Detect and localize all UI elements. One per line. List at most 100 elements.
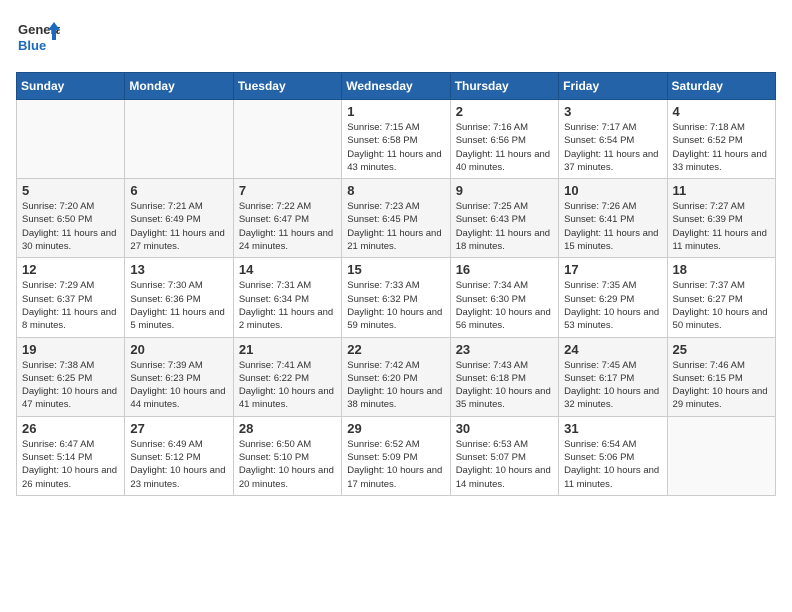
day-info: Sunrise: 7:42 AM Sunset: 6:20 PM Dayligh…	[347, 359, 444, 412]
day-info: Sunrise: 7:38 AM Sunset: 6:25 PM Dayligh…	[22, 359, 119, 412]
day-number: 31	[564, 421, 661, 436]
day-info: Sunrise: 7:46 AM Sunset: 6:15 PM Dayligh…	[673, 359, 770, 412]
day-info: Sunrise: 6:54 AM Sunset: 5:06 PM Dayligh…	[564, 438, 661, 491]
calendar-cell: 19 Sunrise: 7:38 AM Sunset: 6:25 PM Dayli…	[17, 337, 125, 416]
day-header-friday: Friday	[559, 73, 667, 100]
day-header-wednesday: Wednesday	[342, 73, 450, 100]
calendar-cell: 23Sunrise: 7:43 AM Sunset: 6:18 PM Dayli…	[450, 337, 558, 416]
calendar-cell: 15 Sunrise: 7:33 AM Sunset: 6:32 PM Dayli…	[342, 258, 450, 337]
day-header-tuesday: Tuesday	[233, 73, 341, 100]
calendar-cell: 3Sunrise: 7:17 AM Sunset: 6:54 PM Daylig…	[559, 100, 667, 179]
calendar-cell	[125, 100, 233, 179]
calendar-table: SundayMondayTuesdayWednesdayThursdayFrid…	[16, 72, 776, 496]
calendar-week-3: 12 Sunrise: 7:29 AM Sunset: 6:37 PM Dayli…	[17, 258, 776, 337]
day-info: Sunrise: 7:33 AM Sunset: 6:32 PM Dayligh…	[347, 279, 444, 332]
calendar-cell: 27 Sunrise: 6:49 AM Sunset: 5:12 PM Dayli…	[125, 416, 233, 495]
day-number: 25	[673, 342, 770, 357]
calendar-cell	[17, 100, 125, 179]
day-info: Sunrise: 7:39 AM Sunset: 6:23 PM Dayligh…	[130, 359, 227, 412]
day-number: 26	[22, 421, 119, 436]
day-info: Sunrise: 7:16 AM Sunset: 6:56 PM Dayligh…	[456, 121, 553, 174]
day-number: 21	[239, 342, 336, 357]
day-number: 16	[456, 262, 553, 277]
day-number: 18	[673, 262, 770, 277]
day-number: 11	[673, 183, 770, 198]
day-header-thursday: Thursday	[450, 73, 558, 100]
day-info: Sunrise: 6:49 AM Sunset: 5:12 PM Dayligh…	[130, 438, 227, 491]
day-number: 29	[347, 421, 444, 436]
day-info: Sunrise: 7:35 AM Sunset: 6:29 PM Dayligh…	[564, 279, 661, 332]
calendar-cell: 22 Sunrise: 7:42 AM Sunset: 6:20 PM Dayli…	[342, 337, 450, 416]
day-info: Sunrise: 7:15 AM Sunset: 6:58 PM Dayligh…	[347, 121, 444, 174]
day-number: 15	[347, 262, 444, 277]
calendar-cell: 25 Sunrise: 7:46 AM Sunset: 6:15 PM Dayli…	[667, 337, 775, 416]
day-info: Sunrise: 7:20 AM Sunset: 6:50 PM Dayligh…	[22, 200, 119, 253]
day-header-monday: Monday	[125, 73, 233, 100]
day-number: 14	[239, 262, 336, 277]
day-number: 27	[130, 421, 227, 436]
calendar-cell: 24 Sunrise: 7:45 AM Sunset: 6:17 PM Dayli…	[559, 337, 667, 416]
calendar-cell: 10 Sunrise: 7:26 AM Sunset: 6:41 PM Dayli…	[559, 179, 667, 258]
calendar-cell	[233, 100, 341, 179]
calendar-cell: 26 Sunrise: 6:47 AM Sunset: 5:14 PM Dayli…	[17, 416, 125, 495]
calendar-cell: 17Sunrise: 7:35 AM Sunset: 6:29 PM Dayli…	[559, 258, 667, 337]
day-number: 1	[347, 104, 444, 119]
calendar-header-row: SundayMondayTuesdayWednesdayThursdayFrid…	[17, 73, 776, 100]
day-info: Sunrise: 7:26 AM Sunset: 6:41 PM Dayligh…	[564, 200, 661, 253]
day-info: Sunrise: 7:30 AM Sunset: 6:36 PM Dayligh…	[130, 279, 227, 332]
day-number: 20	[130, 342, 227, 357]
day-info: Sunrise: 6:47 AM Sunset: 5:14 PM Dayligh…	[22, 438, 119, 491]
day-info: Sunrise: 7:34 AM Sunset: 6:30 PM Dayligh…	[456, 279, 553, 332]
svg-text:Blue: Blue	[18, 38, 46, 53]
calendar-week-4: 19 Sunrise: 7:38 AM Sunset: 6:25 PM Dayli…	[17, 337, 776, 416]
day-number: 2	[456, 104, 553, 119]
calendar-cell: 12 Sunrise: 7:29 AM Sunset: 6:37 PM Dayli…	[17, 258, 125, 337]
day-info: Sunrise: 7:29 AM Sunset: 6:37 PM Dayligh…	[22, 279, 119, 332]
calendar-cell: 2 Sunrise: 7:16 AM Sunset: 6:56 PM Daylig…	[450, 100, 558, 179]
calendar-cell: 6Sunrise: 7:21 AM Sunset: 6:49 PM Daylig…	[125, 179, 233, 258]
calendar-week-2: 5 Sunrise: 7:20 AM Sunset: 6:50 PM Daylig…	[17, 179, 776, 258]
calendar-cell: 1 Sunrise: 7:15 AM Sunset: 6:58 PM Daylig…	[342, 100, 450, 179]
day-number: 7	[239, 183, 336, 198]
day-info: Sunrise: 7:25 AM Sunset: 6:43 PM Dayligh…	[456, 200, 553, 253]
day-number: 30	[456, 421, 553, 436]
day-number: 19	[22, 342, 119, 357]
day-number: 24	[564, 342, 661, 357]
day-info: Sunrise: 7:37 AM Sunset: 6:27 PM Dayligh…	[673, 279, 770, 332]
logo: General Blue	[16, 16, 60, 60]
day-number: 8	[347, 183, 444, 198]
calendar-week-1: 1 Sunrise: 7:15 AM Sunset: 6:58 PM Daylig…	[17, 100, 776, 179]
day-number: 5	[22, 183, 119, 198]
day-number: 9	[456, 183, 553, 198]
day-number: 12	[22, 262, 119, 277]
calendar-cell: 30Sunrise: 6:53 AM Sunset: 5:07 PM Dayli…	[450, 416, 558, 495]
day-info: Sunrise: 7:22 AM Sunset: 6:47 PM Dayligh…	[239, 200, 336, 253]
calendar-cell: 18 Sunrise: 7:37 AM Sunset: 6:27 PM Dayli…	[667, 258, 775, 337]
day-info: Sunrise: 6:52 AM Sunset: 5:09 PM Dayligh…	[347, 438, 444, 491]
calendar-cell: 7 Sunrise: 7:22 AM Sunset: 6:47 PM Daylig…	[233, 179, 341, 258]
day-header-sunday: Sunday	[17, 73, 125, 100]
calendar-cell: 4 Sunrise: 7:18 AM Sunset: 6:52 PM Daylig…	[667, 100, 775, 179]
day-number: 3	[564, 104, 661, 119]
calendar-cell: 16 Sunrise: 7:34 AM Sunset: 6:30 PM Dayli…	[450, 258, 558, 337]
calendar-cell: 20 Sunrise: 7:39 AM Sunset: 6:23 PM Dayli…	[125, 337, 233, 416]
calendar-cell: 8Sunrise: 7:23 AM Sunset: 6:45 PM Daylig…	[342, 179, 450, 258]
calendar-week-5: 26 Sunrise: 6:47 AM Sunset: 5:14 PM Dayli…	[17, 416, 776, 495]
day-info: Sunrise: 7:45 AM Sunset: 6:17 PM Dayligh…	[564, 359, 661, 412]
calendar-cell: 29 Sunrise: 6:52 AM Sunset: 5:09 PM Dayli…	[342, 416, 450, 495]
calendar-cell: 11Sunrise: 7:27 AM Sunset: 6:39 PM Dayli…	[667, 179, 775, 258]
day-number: 22	[347, 342, 444, 357]
day-number: 6	[130, 183, 227, 198]
calendar-cell: 5 Sunrise: 7:20 AM Sunset: 6:50 PM Daylig…	[17, 179, 125, 258]
page-header: General Blue	[16, 16, 776, 60]
calendar-cell: 28Sunrise: 6:50 AM Sunset: 5:10 PM Dayli…	[233, 416, 341, 495]
day-info: Sunrise: 7:41 AM Sunset: 6:22 PM Dayligh…	[239, 359, 336, 412]
calendar-cell	[667, 416, 775, 495]
day-info: Sunrise: 7:18 AM Sunset: 6:52 PM Dayligh…	[673, 121, 770, 174]
day-number: 4	[673, 104, 770, 119]
calendar-cell: 14 Sunrise: 7:31 AM Sunset: 6:34 PM Dayli…	[233, 258, 341, 337]
day-number: 10	[564, 183, 661, 198]
day-info: Sunrise: 7:31 AM Sunset: 6:34 PM Dayligh…	[239, 279, 336, 332]
day-info: Sunrise: 7:43 AM Sunset: 6:18 PM Dayligh…	[456, 359, 553, 412]
day-number: 28	[239, 421, 336, 436]
